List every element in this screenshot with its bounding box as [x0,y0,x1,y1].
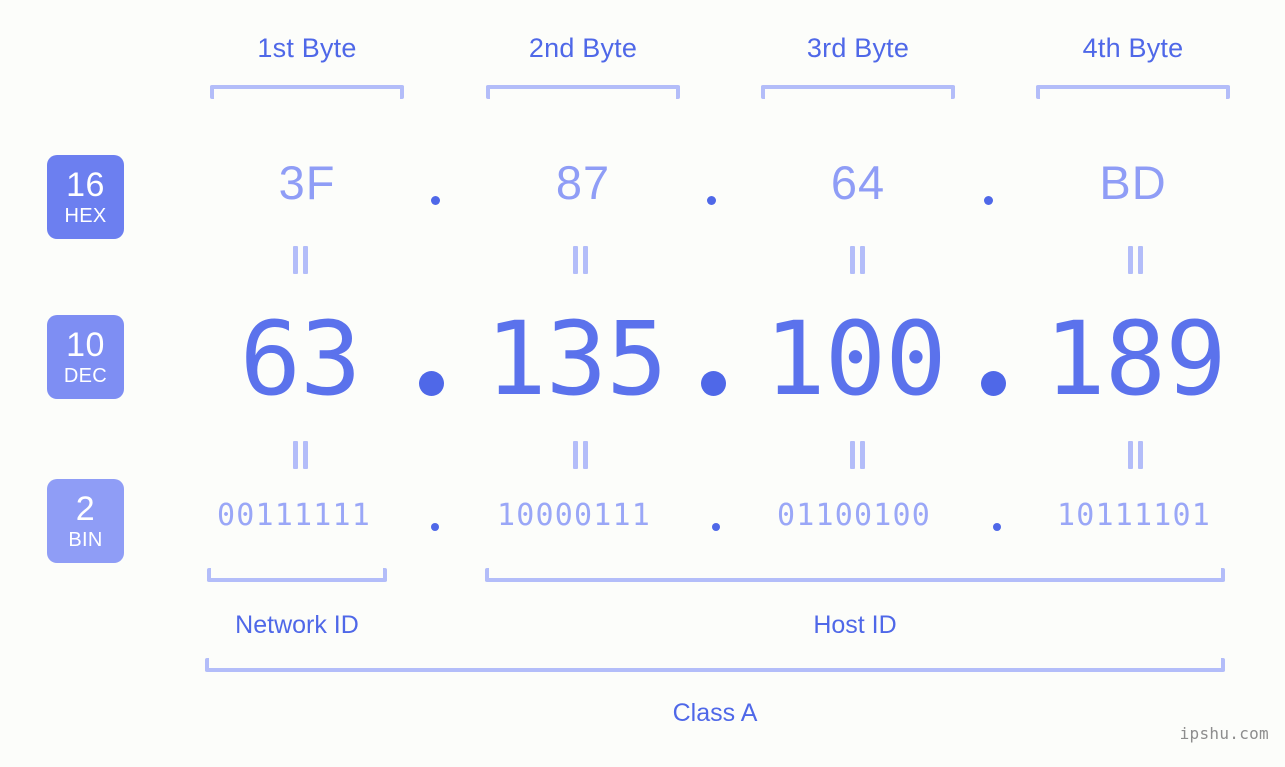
host-id-label: Host ID [813,611,897,639]
base-badge-hex-name: HEX [64,205,107,227]
byte-bracket-4 [1036,85,1230,99]
base-badge-hex: 16 HEX [47,155,124,239]
class-bracket [205,658,1225,672]
byte-header-3: 3rd Byte [806,33,910,63]
equals-mark-hex-dec-3 [850,246,866,274]
hex-octet-1: 3F [278,156,336,209]
hex-octet-4: BD [1099,156,1167,209]
byte-header-2: 2nd Byte [528,33,638,63]
bin-octet-2: 10000111 [496,498,652,533]
bin-octet-3: 01100100 [776,498,932,533]
dec-octet-2: 135 [485,300,667,419]
equals-mark-dec-bin-1 [293,441,309,469]
bin-octet-1: 00111111 [216,498,372,533]
host-id-bracket [485,568,1225,582]
class-label: Class A [672,699,758,727]
equals-mark-hex-dec-1 [293,246,309,274]
equals-mark-hex-dec-4 [1128,246,1144,274]
ip-address-breakdown-diagram: 1st Byte 2nd Byte 3rd Byte 4th Byte 16 H… [0,0,1285,767]
base-badge-bin-number: 2 [75,490,96,528]
site-watermark: ipshu.com [1179,724,1269,743]
equals-mark-dec-bin-4 [1128,441,1144,469]
network-id-label: Network ID [235,611,359,639]
bin-separator-dot-3 [993,523,1001,531]
base-badge-bin: 2 BIN [47,479,124,563]
base-badge-dec: 10 DEC [47,315,124,399]
bin-octet-4: 10111101 [1056,498,1212,533]
byte-bracket-3 [761,85,955,99]
bin-separator-dot-2 [712,523,720,531]
dec-octet-3: 100 [764,300,946,419]
byte-bracket-2 [486,85,680,99]
base-badge-bin-name: BIN [68,529,103,551]
base-badge-hex-number: 16 [66,166,105,204]
hex-separator-dot-1 [431,196,440,205]
hex-octet-3: 64 [830,156,886,209]
dec-octet-1: 63 [239,300,362,419]
dec-separator-dot-2 [701,371,726,396]
equals-mark-dec-bin-3 [850,441,866,469]
hex-separator-dot-2 [707,196,716,205]
equals-mark-dec-bin-2 [573,441,589,469]
equals-mark-hex-dec-2 [573,246,589,274]
base-badge-dec-number: 10 [66,326,105,364]
dec-separator-dot-3 [981,371,1006,396]
bin-separator-dot-1 [431,523,439,531]
network-id-bracket [207,568,387,582]
dec-octet-4: 189 [1044,300,1226,419]
base-badge-dec-name: DEC [63,365,108,387]
hex-octet-2: 87 [555,156,611,209]
hex-separator-dot-3 [984,196,993,205]
byte-header-4: 4th Byte [1082,33,1184,63]
byte-bracket-1 [210,85,404,99]
dec-separator-dot-1 [419,371,444,396]
byte-header-1: 1st Byte [257,33,357,63]
